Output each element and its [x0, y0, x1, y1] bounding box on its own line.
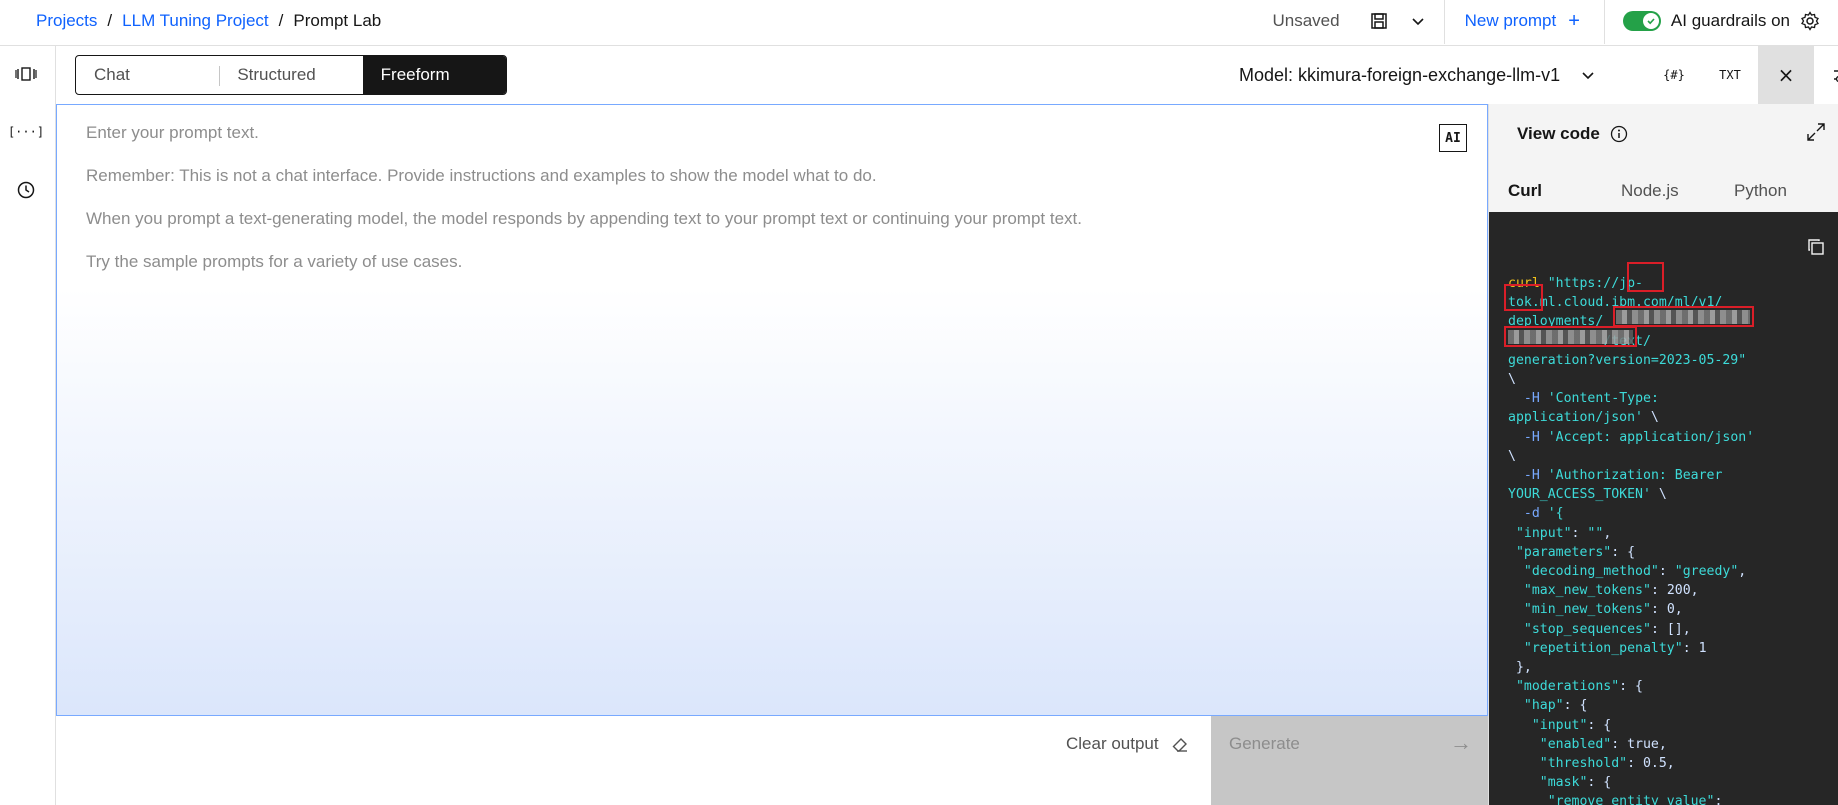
- clear-output-label: Clear output: [1066, 734, 1159, 753]
- breadcrumb-current: Prompt Lab: [293, 11, 382, 30]
- expand-icon[interactable]: [1806, 122, 1826, 142]
- panel-title: View code: [1517, 124, 1628, 144]
- generate-button[interactable]: Generate →: [1211, 716, 1488, 805]
- breadcrumb: Projects / LLM Tuning Project / Prompt L…: [36, 0, 381, 42]
- tab-curl[interactable]: Curl: [1489, 168, 1602, 216]
- arrow-right-icon: →: [1450, 730, 1472, 755]
- placeholder-line: When you prompt a text-generating model,…: [86, 209, 1082, 228]
- close-icon[interactable]: ×: [1758, 46, 1814, 104]
- placeholder-line: Enter your prompt text.: [86, 123, 259, 142]
- highlight-box: [1504, 326, 1637, 347]
- breadcrumb-separator: /: [107, 11, 113, 30]
- model-selector[interactable]: Model: kkimura-foreign-exchange-llm-v1: [1239, 55, 1596, 95]
- breadcrumb-projects[interactable]: Projects: [36, 11, 97, 31]
- generate-label: Generate: [1229, 734, 1300, 753]
- tab-python[interactable]: Python: [1715, 168, 1828, 216]
- action-bar: Clear output Generate →: [56, 716, 1488, 805]
- history-icon[interactable]: [14, 178, 38, 202]
- prompt-editor[interactable]: Enter your prompt text. Remember: This i…: [56, 104, 1488, 716]
- new-prompt-label: New prompt: [1464, 11, 1557, 30]
- model-label: Model: kkimura-foreign-exchange-llm-v1: [1239, 64, 1561, 85]
- txt-format-button[interactable]: TXT: [1702, 46, 1758, 104]
- mode-switcher: Chat Structured Freeform: [75, 55, 507, 95]
- panel-title-text: View code: [1517, 124, 1600, 143]
- save-status: Unsaved: [1272, 11, 1340, 30]
- guardrails-toggle[interactable]: [1622, 11, 1661, 31]
- copy-icon[interactable]: [1807, 238, 1825, 256]
- json-format-button[interactable]: {#}: [1646, 46, 1702, 104]
- highlight-box: [1504, 284, 1543, 311]
- sliders-icon[interactable]: [1814, 46, 1838, 104]
- tab-chat[interactable]: Chat: [76, 56, 219, 94]
- code-block: curl "https://jp- tok.ml.cloud.ibm.com/m…: [1489, 212, 1838, 805]
- eraser-icon: [1171, 735, 1189, 753]
- mode-bar: Chat Structured Freeform Model: kkimura-…: [56, 46, 1838, 104]
- plus-icon: +: [1568, 10, 1580, 32]
- view-code-panel: View code Curl Node.js Python curl "http…: [1488, 104, 1838, 805]
- chevron-down-icon[interactable]: [1410, 13, 1426, 29]
- highlight-box: [1627, 262, 1664, 292]
- tab-structured[interactable]: Structured: [219, 56, 362, 94]
- tab-nodejs[interactable]: Node.js: [1602, 168, 1715, 216]
- info-icon[interactable]: [1610, 125, 1628, 143]
- carousel-icon[interactable]: [14, 62, 38, 86]
- code-text: curl "https://jp- tok.ml.cloud.ibm.com/m…: [1508, 276, 1755, 805]
- tab-freeform[interactable]: Freeform: [362, 56, 506, 94]
- save-icon[interactable]: [1370, 12, 1388, 30]
- gear-icon[interactable]: [1800, 11, 1820, 31]
- guardrails-label: AI guardrails on: [1670, 11, 1790, 30]
- clear-output-button[interactable]: Clear output: [1066, 734, 1189, 754]
- chevron-down-icon: [1580, 67, 1596, 83]
- new-prompt-button[interactable]: New prompt +: [1445, 11, 1604, 31]
- left-rail: [···]: [0, 46, 56, 805]
- breadcrumb-separator: /: [278, 11, 284, 30]
- placeholder-line: Remember: This is not a chat interface. …: [86, 166, 877, 185]
- placeholder-line: Try the sample prompts for a variety of …: [86, 252, 463, 271]
- ai-icon[interactable]: AI: [1439, 124, 1467, 152]
- breadcrumb-project[interactable]: LLM Tuning Project: [122, 11, 268, 31]
- top-bar: Projects / LLM Tuning Project / Prompt L…: [0, 0, 1838, 46]
- highlight-box: [1613, 306, 1754, 327]
- variables-icon[interactable]: [···]: [8, 120, 44, 144]
- code-language-tabs: Curl Node.js Python: [1489, 168, 1828, 216]
- checkmark-icon: [1642, 13, 1659, 29]
